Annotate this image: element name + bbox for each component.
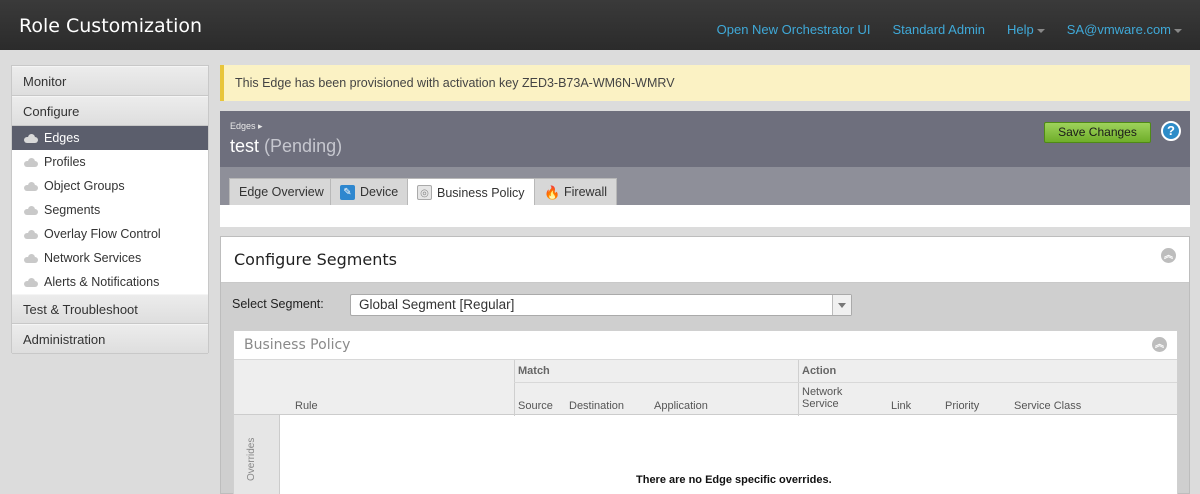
- cloud-icon: [23, 277, 39, 287]
- sidebar-section-monitor[interactable]: Monitor: [12, 66, 208, 96]
- page-title: test (Pending): [230, 136, 342, 157]
- edge-name: test: [230, 136, 260, 156]
- column-header-line: Service: [802, 398, 839, 410]
- sidebar-item-label: Edges: [44, 131, 80, 145]
- help-menu[interactable]: Help: [1007, 22, 1045, 37]
- chevron-down-icon: [1174, 28, 1182, 33]
- column-header-source[interactable]: Source: [518, 400, 553, 412]
- breadcrumb[interactable]: Edges ▸: [230, 121, 263, 132]
- group-header-action: Action: [802, 365, 837, 377]
- sidebar-item-object-groups[interactable]: Object Groups: [12, 174, 208, 198]
- wrench-icon: ✎: [340, 184, 355, 200]
- cloud-icon: [23, 157, 39, 167]
- policy-icon: ◎: [417, 185, 432, 200]
- activation-notice: This Edge has been provisioned with acti…: [220, 65, 1190, 101]
- business-policy-title: Business Policy: [244, 337, 351, 353]
- sidebar-item-label: Alerts & Notifications: [44, 275, 160, 289]
- collapse-icon[interactable]: ︽: [1161, 248, 1176, 263]
- sidebar-item-label: Object Groups: [44, 179, 125, 193]
- configure-segments-header: Configure Segments ︽: [221, 237, 1189, 283]
- open-new-ui-link[interactable]: Open New Orchestrator UI: [717, 22, 871, 37]
- tab-firewall[interactable]: 🔥 Firewall: [534, 178, 618, 205]
- edge-header: Edges ▸ test (Pending) Save Changes ?: [220, 111, 1190, 167]
- tab-business-policy[interactable]: ◎ Business Policy: [407, 178, 535, 206]
- sidebar-item-network-services[interactable]: Network Services: [12, 246, 208, 270]
- select-segment-label: Select Segment:: [232, 297, 324, 311]
- overrides-strip: [234, 415, 280, 494]
- tab-label: Business Policy: [437, 185, 525, 200]
- cloud-icon: [23, 253, 39, 263]
- chevron-down-icon[interactable]: [832, 295, 851, 315]
- role-link[interactable]: Standard Admin: [893, 22, 986, 37]
- header-divider: [514, 382, 1177, 383]
- cloud-icon: [23, 181, 39, 191]
- column-divider: [798, 360, 799, 416]
- chevron-down-icon: [1036, 28, 1045, 33]
- sidebar-section-test-troubleshoot[interactable]: Test & Troubleshoot: [12, 294, 208, 324]
- help-icon[interactable]: ?: [1161, 121, 1181, 141]
- segment-select-value: Global Segment [Regular]: [359, 297, 515, 312]
- column-header-network-service[interactable]: Network Service: [802, 386, 842, 410]
- column-divider: [514, 360, 515, 416]
- tab-content-strip: [220, 205, 1190, 227]
- column-header-rule[interactable]: Rule: [295, 400, 318, 412]
- column-header-priority[interactable]: Priority: [945, 400, 979, 412]
- sidebar-section-configure[interactable]: Configure: [12, 96, 208, 126]
- cloud-icon: [23, 133, 39, 143]
- sidebar-item-label: Profiles: [44, 155, 86, 169]
- sidebar: Monitor Configure Edges Profiles Object …: [11, 65, 209, 354]
- group-header-match: Match: [518, 365, 550, 377]
- policy-table-header: Match Action Rule Source Destination App…: [234, 359, 1177, 416]
- configure-segments-panel: Configure Segments ︽ Select Segment: Glo…: [220, 236, 1190, 494]
- tab-edge-overview[interactable]: Edge Overview: [229, 178, 334, 205]
- sidebar-section-administration[interactable]: Administration: [12, 324, 208, 354]
- column-header-line: Network: [802, 386, 843, 398]
- sidebar-item-label: Segments: [44, 203, 101, 217]
- column-header-application[interactable]: Application: [654, 400, 708, 412]
- configure-segments-title: Configure Segments: [234, 250, 397, 269]
- top-nav: Open New Orchestrator UI Standard Admin …: [717, 22, 1182, 37]
- segment-select[interactable]: Global Segment [Regular]: [350, 294, 852, 316]
- cloud-icon: [23, 205, 39, 215]
- flame-icon: 🔥: [544, 184, 561, 200]
- sidebar-item-edges[interactable]: Edges: [12, 126, 208, 150]
- user-menu[interactable]: SA@vmware.com: [1067, 22, 1182, 37]
- column-header-service-class[interactable]: Service Class: [1014, 400, 1081, 412]
- app-title: Role Customization: [19, 15, 203, 37]
- tab-label: Device: [360, 185, 399, 199]
- status-badge: (Pending): [264, 136, 343, 156]
- sidebar-item-overlay-flow-control[interactable]: Overlay Flow Control: [12, 222, 208, 246]
- breadcrumb-edges[interactable]: Edges: [230, 121, 256, 131]
- top-bar: Role Customization Open New Orchestrator…: [0, 0, 1200, 50]
- collapse-icon[interactable]: ︽: [1152, 337, 1167, 352]
- tab-label: Edge Overview: [239, 185, 324, 199]
- save-changes-button[interactable]: Save Changes: [1044, 122, 1151, 143]
- column-header-link[interactable]: Link: [891, 400, 911, 412]
- tab-label: Firewall: [564, 185, 608, 199]
- help-label: Help: [1007, 22, 1034, 37]
- empty-overrides-message: There are no Edge specific overrides.: [636, 474, 832, 486]
- user-label: SA@vmware.com: [1066, 22, 1171, 37]
- sidebar-item-profiles[interactable]: Profiles: [12, 150, 208, 174]
- business-policy-panel: Business Policy ︽ Match Action Rule Sour…: [233, 330, 1178, 494]
- tab-device[interactable]: ✎ Device: [330, 178, 409, 205]
- sidebar-item-alerts-notifications[interactable]: Alerts & Notifications: [12, 270, 208, 294]
- column-header-destination[interactable]: Destination: [569, 400, 624, 412]
- sidebar-item-label: Overlay Flow Control: [44, 227, 161, 241]
- overrides-label: Overrides: [246, 437, 257, 481]
- sidebar-item-segments[interactable]: Segments: [12, 198, 208, 222]
- cloud-icon: [23, 229, 39, 239]
- tab-bar: Edge Overview ✎ Device ◎ Business Policy 🔥…: [220, 167, 1190, 206]
- sidebar-item-label: Network Services: [44, 251, 142, 265]
